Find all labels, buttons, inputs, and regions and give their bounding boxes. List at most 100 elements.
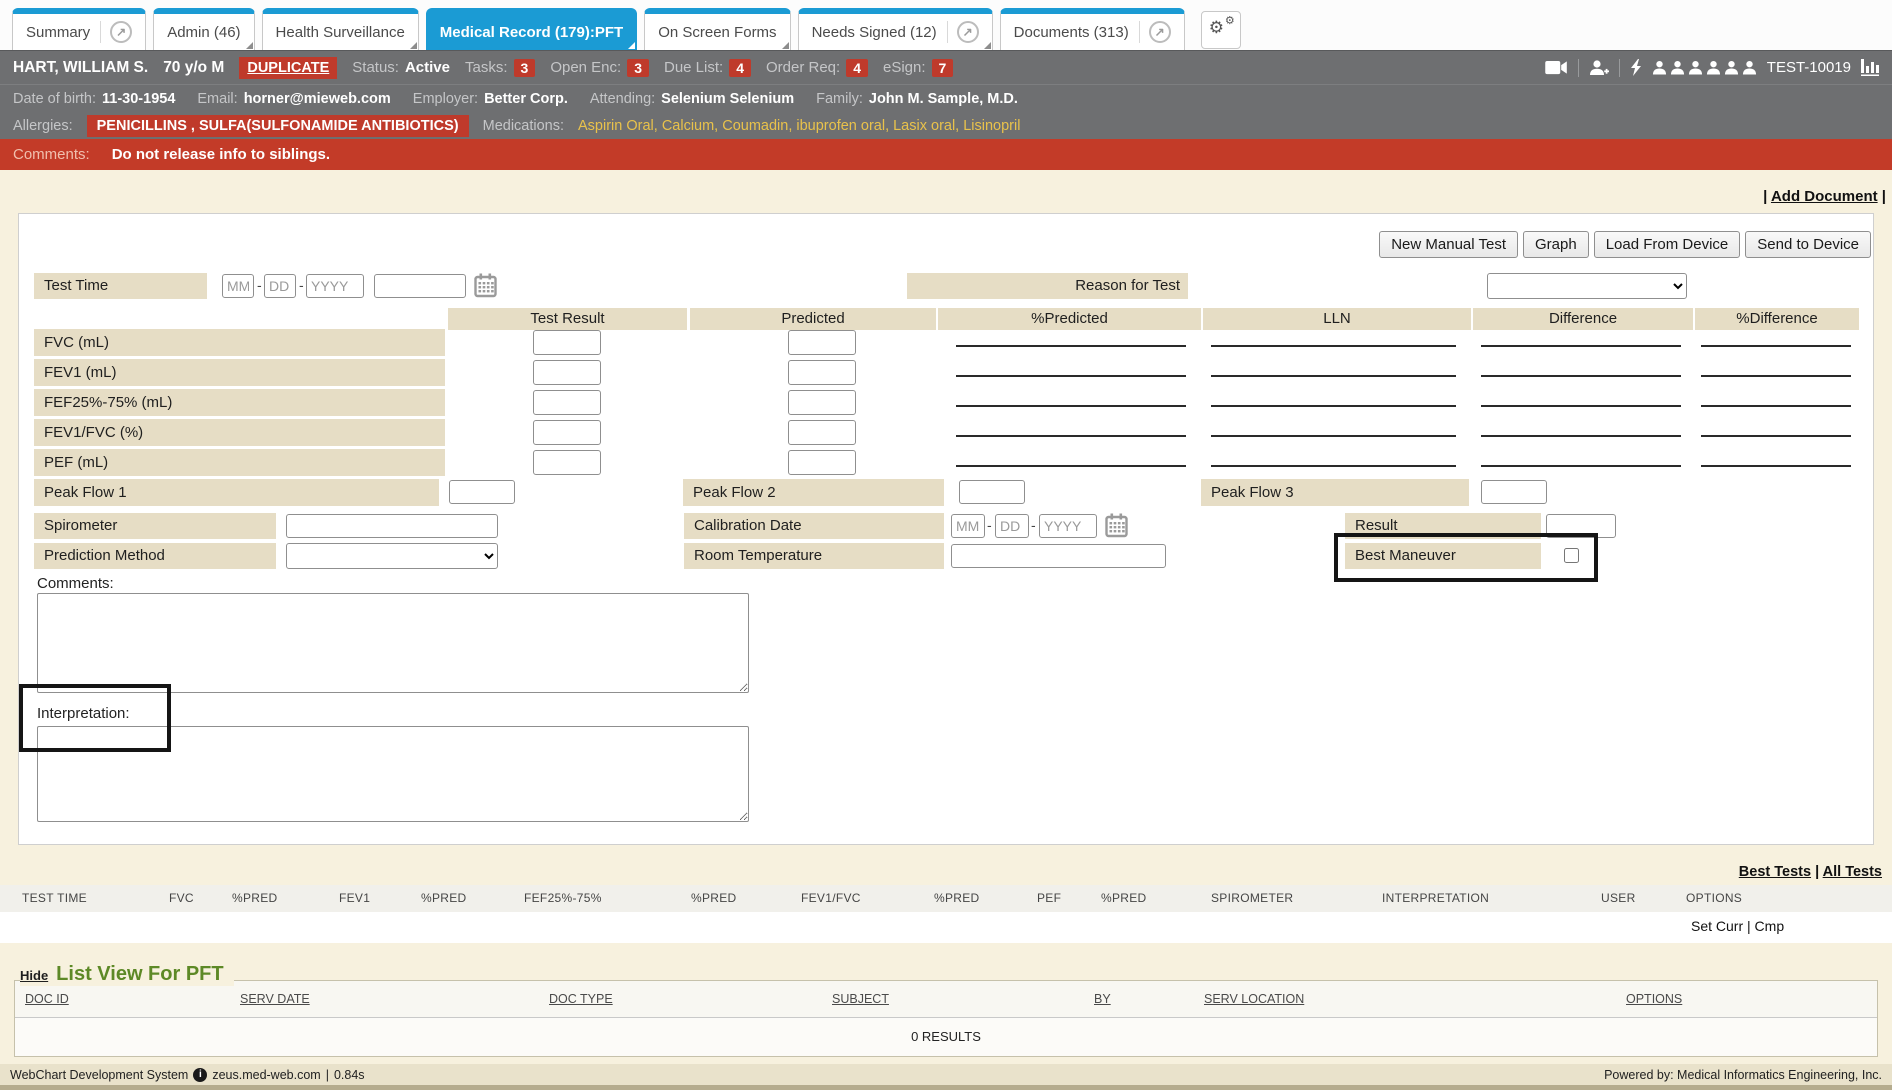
open-enc-count-badge[interactable]: 3 xyxy=(627,59,649,77)
tab-health-surveillance[interactable]: Health Surveillance xyxy=(262,8,419,50)
due-list-count-badge[interactable]: 4 xyxy=(729,59,751,77)
pef-test-result-input[interactable] xyxy=(533,450,601,475)
tab-summary[interactable]: Summary ↗ xyxy=(12,8,146,50)
video-camera-icon[interactable] xyxy=(1545,60,1568,75)
best-all-tests-links: Best Tests | All Tests xyxy=(1739,864,1882,880)
hide-link[interactable]: Hide xyxy=(20,968,48,983)
prediction-method-select[interactable] xyxy=(286,543,498,569)
doc-id-header[interactable]: DOC ID xyxy=(25,992,69,1006)
fev1-fvc-predicted-input[interactable] xyxy=(788,420,856,445)
row-label-pef: PEF (mL) xyxy=(34,449,445,476)
person-icon[interactable] xyxy=(1724,60,1739,75)
test-time-day-input[interactable] xyxy=(264,274,296,298)
duplicate-badge[interactable]: DUPLICATE xyxy=(239,57,337,79)
family-value: John M. Sample, M.D. xyxy=(869,91,1018,107)
tasks-label: Tasks: xyxy=(465,59,508,76)
tab-admin[interactable]: Admin (46) xyxy=(153,8,254,50)
care-team-icons xyxy=(1652,60,1757,75)
peak-flow-1-input[interactable] xyxy=(449,480,515,504)
room-temperature-input[interactable] xyxy=(951,544,1166,568)
lightning-bolt-icon[interactable] xyxy=(1630,59,1642,76)
test-time-time-input[interactable] xyxy=(374,274,466,298)
interpretation-textarea[interactable] xyxy=(37,726,749,822)
doc-type-header[interactable]: DOC TYPE xyxy=(549,992,613,1006)
peak-flow-3-label: Peak Flow 3 xyxy=(1201,479,1469,506)
calibration-day-input[interactable] xyxy=(995,514,1029,538)
patient-name: HART, WILLIAM S. xyxy=(13,59,148,77)
pef-predicted-input[interactable] xyxy=(788,450,856,475)
col-header-pct-difference: %Difference xyxy=(1695,308,1859,330)
calendar-icon[interactable] xyxy=(474,273,497,298)
send-to-device-button[interactable]: Send to Device xyxy=(1745,231,1871,258)
fev1-fvc-test-result-input[interactable] xyxy=(533,420,601,445)
graph-button[interactable]: Graph xyxy=(1523,231,1589,258)
fvc-test-result-input[interactable] xyxy=(533,330,601,355)
info-icon[interactable]: i xyxy=(193,1068,207,1082)
comments-alert-bar: Comments: Do not release info to sibling… xyxy=(0,139,1892,170)
esign-count-badge[interactable]: 7 xyxy=(932,59,954,77)
settings-gear-button[interactable]: ⚙ ⚙ xyxy=(1201,11,1241,49)
person-icon[interactable] xyxy=(1652,60,1667,75)
person-icon[interactable] xyxy=(1742,60,1757,75)
results-col-fvc: FVC xyxy=(169,885,194,912)
new-manual-test-button[interactable]: New Manual Test xyxy=(1379,231,1518,258)
fev1-fvc-lln-line xyxy=(1211,435,1456,437)
fev1-predicted-input[interactable] xyxy=(788,360,856,385)
fvc-difference-line xyxy=(1481,345,1681,347)
fvc-pct-predicted-line xyxy=(956,345,1186,347)
serv-date-header[interactable]: SERV DATE xyxy=(240,992,310,1006)
options-header[interactable]: OPTIONS xyxy=(1626,992,1682,1006)
fef2575-predicted-input[interactable] xyxy=(788,390,856,415)
footer-sep: | xyxy=(326,1068,329,1082)
subject-header[interactable]: SUBJECT xyxy=(832,992,889,1006)
tab-on-screen-forms[interactable]: On Screen Forms xyxy=(644,8,790,50)
date-separator: - xyxy=(257,277,262,293)
attending-value: Selenium Selenium xyxy=(661,91,794,107)
results-col-user: USER xyxy=(1601,885,1636,912)
popout-icon[interactable]: ↗ xyxy=(110,21,132,43)
person-icon[interactable] xyxy=(1688,60,1703,75)
peak-flow-1-label: Peak Flow 1 xyxy=(34,479,439,506)
allergies-bar: Allergies: PENICILLINS , SULFA(SULFONAMI… xyxy=(0,112,1892,139)
footer-powered-by: Powered by: Medical Informatics Engineer… xyxy=(1604,1068,1882,1082)
test-time-month-input[interactable] xyxy=(222,274,254,298)
popout-icon[interactable]: ↗ xyxy=(1149,21,1171,43)
all-tests-link[interactable]: All Tests xyxy=(1823,864,1882,880)
person-icon[interactable] xyxy=(1706,60,1721,75)
reason-for-test-select[interactable] xyxy=(1487,273,1687,299)
add-person-icon[interactable] xyxy=(1589,60,1609,76)
person-icon[interactable] xyxy=(1670,60,1685,75)
popout-icon[interactable]: ↗ xyxy=(957,21,979,43)
popout-wrap: ↗ xyxy=(1139,21,1171,43)
comments-bar-label: Comments: xyxy=(13,146,90,163)
order-req-count-badge[interactable]: 4 xyxy=(846,59,868,77)
esign-label: eSign: xyxy=(883,59,926,76)
tasks-count-badge[interactable]: 3 xyxy=(514,59,536,77)
calendar-icon[interactable] xyxy=(1105,513,1128,538)
calibration-month-input[interactable] xyxy=(951,514,985,538)
best-maneuver-checkbox[interactable] xyxy=(1564,548,1579,563)
serv-location-header[interactable]: SERV LOCATION xyxy=(1204,992,1304,1006)
fev1-test-result-input[interactable] xyxy=(533,360,601,385)
order-req-label: Order Req: xyxy=(766,59,840,76)
peak-flow-3-input[interactable] xyxy=(1481,480,1547,504)
by-header[interactable]: BY xyxy=(1094,992,1111,1006)
due-list-label: Due List: xyxy=(664,59,723,76)
fef2575-test-result-input[interactable] xyxy=(533,390,601,415)
peak-flow-2-input[interactable] xyxy=(959,480,1025,504)
bar-chart-icon[interactable] xyxy=(1861,59,1879,76)
comments-textarea[interactable] xyxy=(37,593,749,693)
tab-needs-signed[interactable]: Needs Signed (12) ↗ xyxy=(798,8,993,50)
fvc-predicted-input[interactable] xyxy=(788,330,856,355)
best-tests-link[interactable]: Best Tests xyxy=(1739,864,1811,880)
fef2575-difference-line xyxy=(1481,405,1681,407)
tab-documents[interactable]: Documents (313) ↗ xyxy=(1000,8,1185,50)
load-from-device-button[interactable]: Load From Device xyxy=(1594,231,1741,258)
set-curr-cmp-links[interactable]: Set Curr | Cmp xyxy=(1691,918,1784,934)
calibration-year-input[interactable] xyxy=(1039,514,1097,538)
spirometer-input[interactable] xyxy=(286,514,498,538)
result-input[interactable] xyxy=(1546,514,1616,538)
add-document-link[interactable]: Add Document xyxy=(1771,188,1878,205)
test-time-year-input[interactable] xyxy=(306,274,364,298)
tab-medical-record[interactable]: Medical Record (179):PFT xyxy=(426,8,637,50)
